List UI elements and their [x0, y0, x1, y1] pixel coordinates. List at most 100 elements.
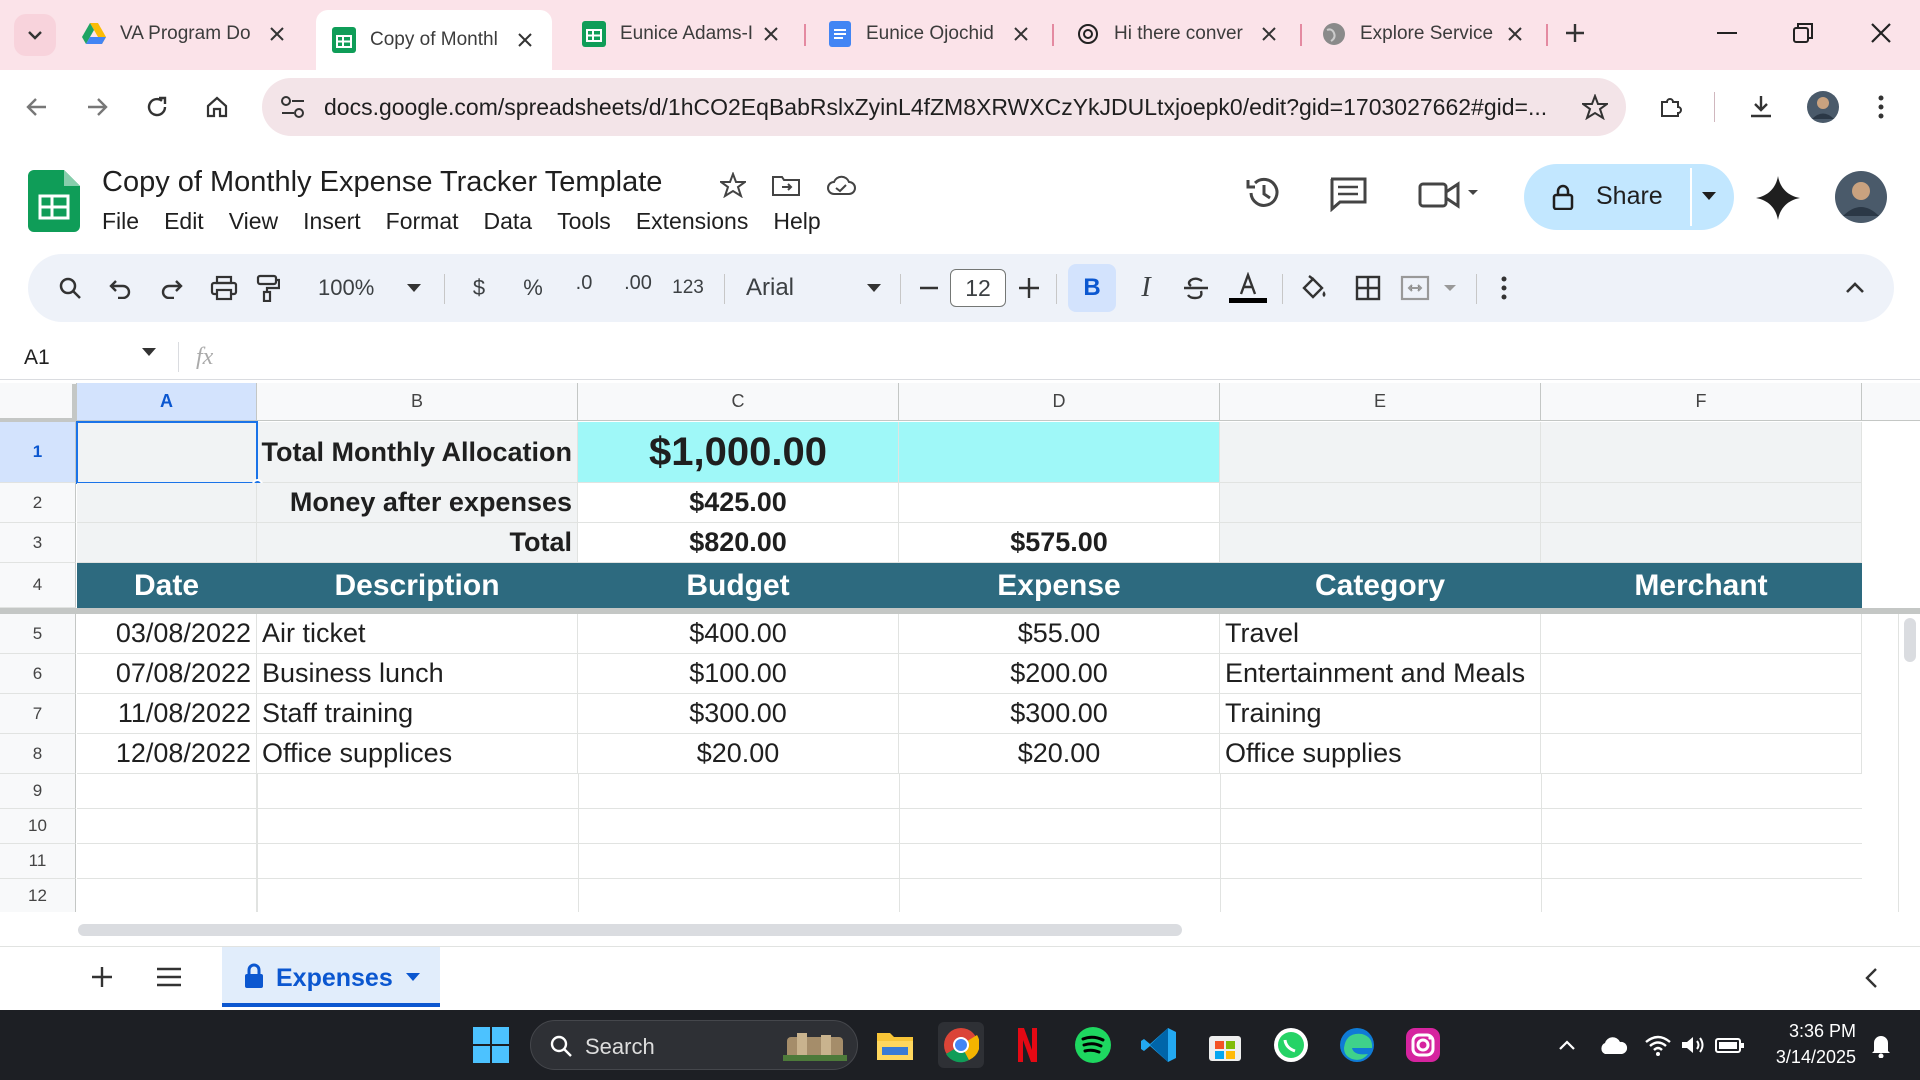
- header-category[interactable]: Category: [1220, 563, 1541, 608]
- meet-video-icon[interactable]: [1418, 178, 1480, 210]
- notifications-button[interactable]: [1866, 1022, 1896, 1068]
- bold-button[interactable]: B: [1068, 254, 1116, 322]
- document-title[interactable]: Copy of Monthly Expense Tracker Template: [102, 166, 662, 199]
- gemini-sparkle-icon[interactable]: [1756, 176, 1800, 220]
- cell-c3[interactable]: $820.00: [578, 523, 899, 563]
- cell-f2[interactable]: [1541, 483, 1862, 523]
- currency-format-button[interactable]: $: [464, 254, 494, 322]
- cell-description[interactable]: Staff training: [257, 694, 578, 734]
- cell-c1[interactable]: $1,000.00: [578, 422, 899, 483]
- restore-button[interactable]: [1784, 14, 1822, 52]
- menu-tools[interactable]: Tools: [557, 208, 611, 235]
- new-tab-button[interactable]: [1556, 14, 1594, 52]
- menu-data[interactable]: Data: [484, 208, 533, 235]
- cell-expense[interactable]: $20.00: [899, 734, 1220, 774]
- cell-budget[interactable]: $400.00: [578, 614, 899, 654]
- empty-cells[interactable]: [77, 774, 1862, 912]
- search-menus-button[interactable]: [50, 254, 90, 322]
- row-header-4[interactable]: 4: [0, 563, 76, 608]
- back-button[interactable]: [18, 88, 56, 126]
- cell-description[interactable]: Business lunch: [257, 654, 578, 694]
- netflix-icon[interactable]: [1004, 1022, 1050, 1068]
- site-settings-icon[interactable]: [280, 95, 306, 119]
- menu-format[interactable]: Format: [386, 208, 459, 235]
- cell-b1[interactable]: Total Monthly Allocation: [257, 422, 578, 483]
- bookmark-star-icon[interactable]: [1582, 94, 1608, 120]
- start-button[interactable]: [468, 1022, 514, 1068]
- row-header-1[interactable]: 1: [0, 422, 76, 483]
- cell-budget[interactable]: $20.00: [578, 734, 899, 774]
- cell-e3[interactable]: [1220, 523, 1541, 563]
- scrollbar-thumb[interactable]: [1904, 618, 1916, 662]
- row-header-3[interactable]: 3: [0, 523, 76, 563]
- row-header-6[interactable]: 6: [0, 654, 76, 694]
- cell-c2[interactable]: $425.00: [578, 483, 899, 523]
- column-header-e[interactable]: E: [1220, 383, 1541, 421]
- number-format-button[interactable]: 123: [668, 254, 708, 322]
- add-sheet-button[interactable]: [90, 965, 114, 989]
- menu-view[interactable]: View: [229, 208, 278, 235]
- cell-description[interactable]: Air ticket: [257, 614, 578, 654]
- close-icon[interactable]: [262, 19, 292, 49]
- close-window-button[interactable]: [1862, 14, 1900, 52]
- name-box[interactable]: A1: [24, 346, 50, 370]
- show-hidden-icons-button[interactable]: [1544, 1022, 1590, 1068]
- cell-merchant[interactable]: [1541, 654, 1862, 694]
- reload-button[interactable]: [138, 88, 176, 126]
- cell-a2[interactable]: [77, 483, 257, 523]
- cell-date[interactable]: 03/08/2022: [77, 614, 257, 654]
- instagram-icon[interactable]: [1400, 1022, 1446, 1068]
- battery-icon[interactable]: [1712, 1022, 1748, 1068]
- increase-decimal-button[interactable]: .00: [616, 254, 660, 322]
- cell-b2[interactable]: Money after expenses: [257, 483, 578, 523]
- chevron-down-icon[interactable]: [404, 254, 424, 322]
- taskbar-search-box[interactable]: Search: [530, 1020, 858, 1070]
- downloads-button[interactable]: [1742, 88, 1780, 126]
- tab-search-button[interactable]: [14, 14, 56, 56]
- merge-cells-button[interactable]: [1400, 254, 1462, 322]
- row-header-7[interactable]: 7: [0, 694, 76, 734]
- font-size-field[interactable]: 12: [950, 254, 1006, 322]
- cell-d3[interactable]: $575.00: [899, 523, 1220, 563]
- column-header-a[interactable]: A: [77, 383, 257, 421]
- browser-tab-monthly-expense[interactable]: Copy of Monthl: [316, 10, 552, 70]
- minimize-button[interactable]: [1708, 14, 1746, 52]
- cell-f3[interactable]: [1541, 523, 1862, 563]
- row-header-10[interactable]: 10: [0, 809, 76, 844]
- browser-tab-eunice-adams[interactable]: Eunice Adams-I: [566, 10, 798, 58]
- redo-button[interactable]: [154, 254, 190, 322]
- account-avatar[interactable]: [1834, 170, 1888, 224]
- home-button[interactable]: [198, 88, 236, 126]
- cell-merchant[interactable]: [1541, 734, 1862, 774]
- move-folder-icon[interactable]: [772, 174, 800, 196]
- increase-font-size-button[interactable]: [1014, 254, 1044, 322]
- file-explorer-icon[interactable]: [872, 1022, 918, 1068]
- clock-date[interactable]: 3/14/2025: [1756, 1047, 1856, 1068]
- cell-f1[interactable]: [1541, 422, 1862, 483]
- undo-button[interactable]: [102, 254, 138, 322]
- corner-freeze-handle[interactable]: [0, 384, 76, 422]
- paint-format-button[interactable]: [250, 254, 286, 322]
- strikethrough-button[interactable]: [1178, 254, 1214, 322]
- star-icon[interactable]: [720, 172, 746, 198]
- sheets-logo-icon[interactable]: [28, 170, 80, 232]
- close-icon[interactable]: [1500, 19, 1530, 49]
- microsoft-store-icon[interactable]: [1202, 1022, 1248, 1068]
- cloud-status-icon[interactable]: [826, 174, 856, 196]
- cell-category[interactable]: Office supplies: [1220, 734, 1541, 774]
- borders-button[interactable]: [1350, 254, 1386, 322]
- edge-icon[interactable]: [1334, 1022, 1380, 1068]
- decrease-decimal-button[interactable]: .0: [564, 254, 604, 322]
- cell-a3[interactable]: [77, 523, 257, 563]
- close-icon[interactable]: [1254, 19, 1284, 49]
- chrome-icon[interactable]: [938, 1022, 984, 1068]
- cell-e1[interactable]: [1220, 422, 1541, 483]
- collapse-menus-button[interactable]: [1840, 254, 1870, 322]
- vscode-icon[interactable]: [1136, 1022, 1182, 1068]
- cell-category[interactable]: Entertainment and Meals: [1220, 654, 1541, 694]
- italic-button[interactable]: I: [1128, 254, 1164, 322]
- row-header-8[interactable]: 8: [0, 734, 76, 774]
- column-header-g[interactable]: [1862, 383, 1920, 421]
- scrollbar-thumb[interactable]: [78, 924, 1182, 936]
- cell-d2[interactable]: [899, 483, 1220, 523]
